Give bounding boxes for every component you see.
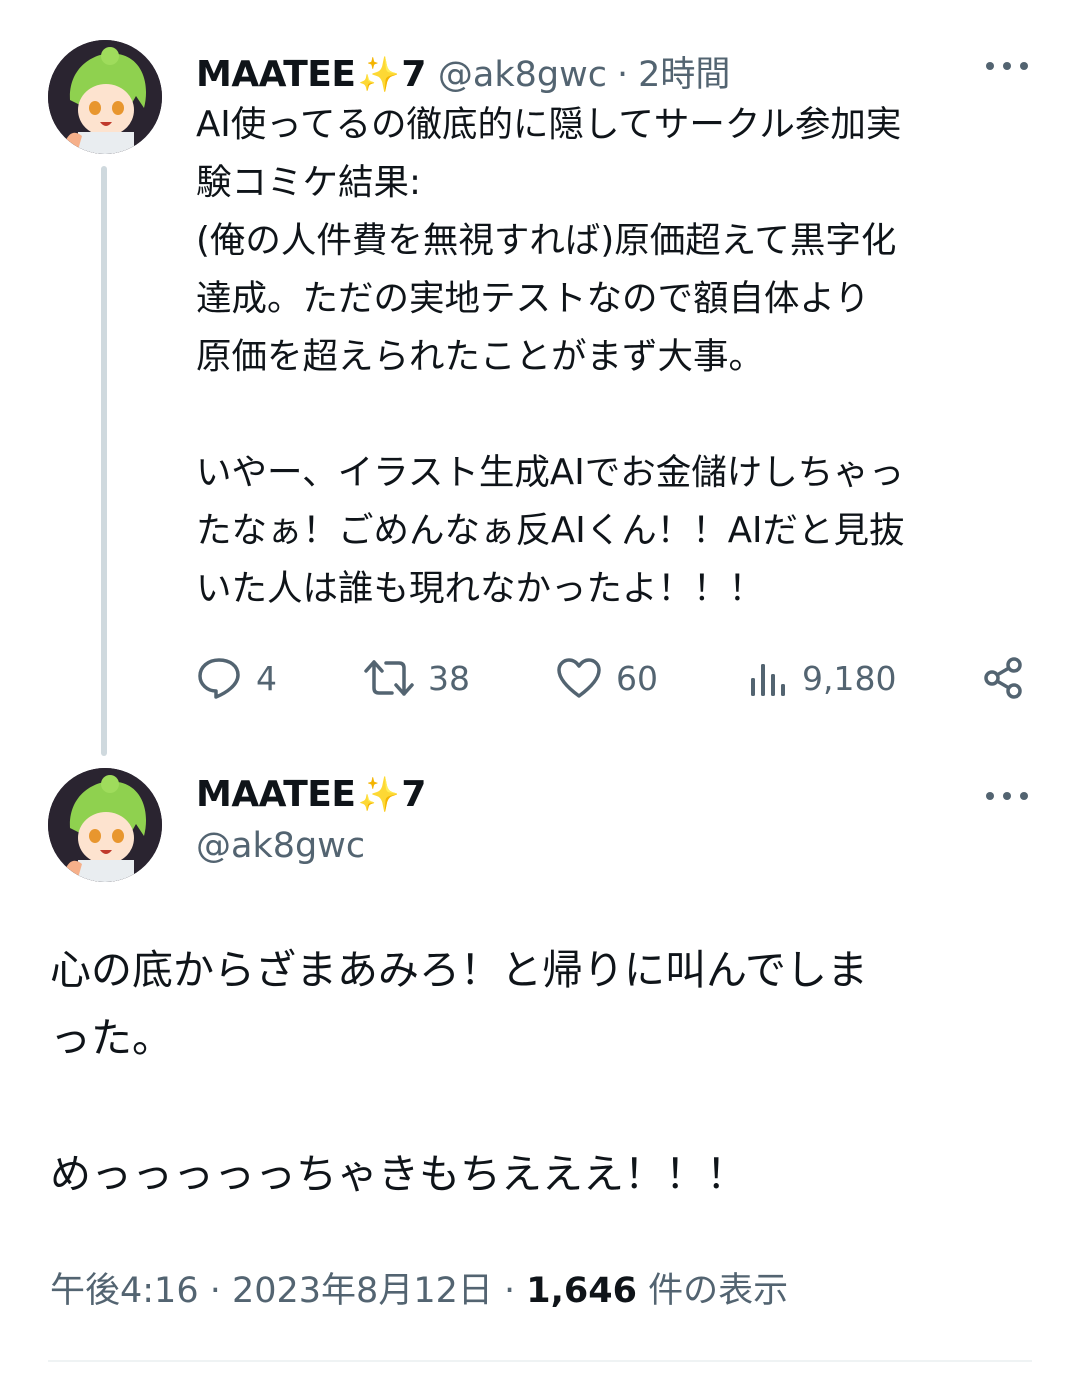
post-time[interactable]: 2時間 (638, 46, 730, 97)
views-count: 9,180 (802, 658, 897, 698)
separator-dot: · (616, 55, 629, 95)
user-handle[interactable]: @ak8gwc (438, 55, 607, 95)
view-label: 件の表示 (636, 1271, 789, 1311)
retweet-icon (364, 660, 414, 696)
divider (48, 1360, 1032, 1362)
tweet-header: MAATEE✨7 @ak8gwc · 2時間 (196, 46, 730, 97)
more-options-icon[interactable] (986, 792, 1028, 804)
reply-icon (198, 658, 240, 699)
avatar[interactable] (48, 40, 162, 154)
like-button[interactable]: 60 (556, 656, 658, 700)
views-icon (751, 664, 785, 696)
reply-count: 4 (256, 658, 277, 698)
share-icon (984, 657, 1022, 699)
tweet-text: AI使ってるの徹底的に隠してサークル参加実 験コミケ結果: (俺の人件費を無視す… (196, 104, 905, 609)
more-options-icon[interactable] (986, 62, 1028, 74)
tweet-meta: 午後4:16 · 2023年8月12日 · 1,646 件の表示 (50, 1262, 788, 1313)
like-count: 60 (616, 658, 658, 698)
retweet-button[interactable]: 38 (364, 656, 470, 700)
display-name[interactable]: MAATEE✨7 (196, 774, 426, 815)
like-icon (557, 658, 601, 698)
view-count: 1,646 (526, 1271, 637, 1311)
tweet-text: 心の底からざまあみろ！と帰りに叫んでしま った。 めっっっっっちゃきもちえええ！… (50, 946, 868, 1198)
views-button[interactable]: 9,180 (748, 656, 896, 700)
retweet-count: 38 (428, 658, 470, 698)
share-button[interactable] (982, 656, 1040, 700)
sparkle-emoji: ✨ (357, 55, 400, 95)
tweet-header: MAATEE✨7 (196, 774, 426, 815)
post-timestamp[interactable]: 午後4:16 · 2023年8月12日 · (50, 1271, 526, 1311)
user-handle[interactable]: @ak8gwc (196, 826, 365, 866)
avatar-image (48, 768, 162, 882)
thread-connector-line (101, 166, 107, 756)
sparkle-emoji: ✨ (357, 775, 400, 815)
avatar-image (48, 40, 162, 154)
tweet-actions-bar: 4 38 60 9,180 (196, 650, 1036, 706)
reply-button[interactable]: 4 (196, 656, 277, 700)
avatar[interactable] (48, 768, 162, 882)
display-name[interactable]: MAATEE✨7 (196, 54, 426, 95)
